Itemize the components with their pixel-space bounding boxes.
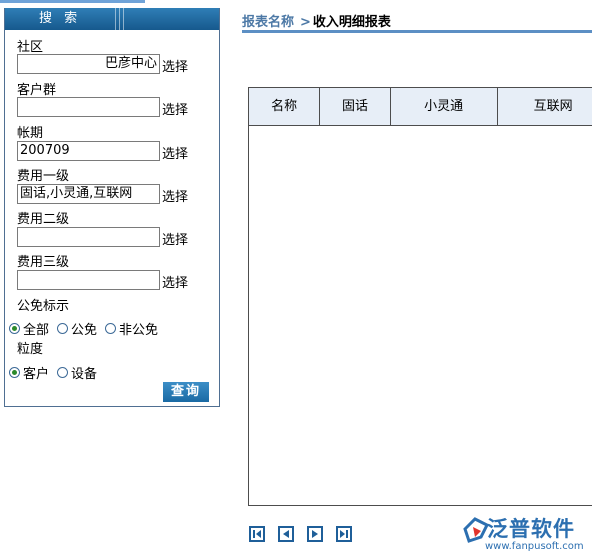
radio-unchecked-icon[interactable] xyxy=(105,323,117,334)
last-page-button[interactable] xyxy=(336,526,352,542)
column-header-name[interactable]: 名称 xyxy=(249,88,321,125)
report-title: 报表名称 > 收入明细报表 xyxy=(242,11,391,30)
last-page-icon xyxy=(340,530,348,538)
exempt-flag-label: 公免标示 xyxy=(17,299,70,314)
customer-group-select-button[interactable]: 选择 xyxy=(162,99,188,118)
period-select-button[interactable]: 选择 xyxy=(162,143,188,162)
report-title-separator: > xyxy=(300,15,311,30)
search-panel-header: 搜 索 xyxy=(5,8,219,30)
next-page-icon xyxy=(312,530,318,538)
radio-checked-icon[interactable] xyxy=(9,323,20,334)
next-page-button[interactable] xyxy=(307,526,323,542)
granularity-option-customer[interactable]: 客户 xyxy=(9,363,49,382)
report-grid: 名称 固话 小灵通 互联网 xyxy=(248,87,592,506)
title-divider xyxy=(242,30,592,33)
prev-page-button[interactable] xyxy=(278,526,294,542)
fee-level-3-select-button[interactable]: 选择 xyxy=(162,272,188,291)
column-header-phs[interactable]: 小灵通 xyxy=(391,88,498,125)
customer-group-input[interactable] xyxy=(17,97,160,117)
report-title-key: 报表名称 xyxy=(242,15,295,30)
exempt-flag-radio-group: 全部 公免 非公免 xyxy=(9,319,166,338)
radio-checked-icon[interactable] xyxy=(9,367,20,378)
field-label-period: 帐期 xyxy=(17,126,44,141)
search-panel-title: 搜 索 xyxy=(39,11,82,26)
logo-url: www.fanpusoft.com xyxy=(485,541,584,552)
field-label-customer-group: 客户群 xyxy=(17,83,57,98)
exempt-option-all[interactable]: 全部 xyxy=(9,319,49,338)
top-accent-line xyxy=(0,0,145,3)
exempt-option-non-exempt[interactable]: 非公免 xyxy=(105,319,158,338)
granularity-label: 粒度 xyxy=(17,342,44,357)
field-label-fee-level-3: 费用三级 xyxy=(17,255,70,270)
community-input[interactable]: 巴彦中心 xyxy=(17,54,160,74)
radio-unchecked-icon[interactable] xyxy=(57,323,69,334)
exempt-option-exempt[interactable]: 公免 xyxy=(57,319,97,338)
first-page-icon xyxy=(253,530,261,538)
first-page-button[interactable] xyxy=(249,526,265,542)
prev-page-icon xyxy=(283,530,289,538)
radio-unchecked-icon[interactable] xyxy=(57,367,69,378)
logo-brand-name: 泛普软件 xyxy=(487,517,575,541)
fee-level-3-input[interactable] xyxy=(17,270,160,290)
column-header-internet[interactable]: 互联网 xyxy=(498,88,592,125)
period-input[interactable]: 200709 xyxy=(17,141,160,161)
field-label-fee-level-2: 费用二级 xyxy=(17,212,70,227)
search-panel: 搜 索 社区 巴彦中心 选择 客户群 选择 帐期 200709 选择 费用一级 … xyxy=(4,8,220,407)
query-button[interactable]: 查询 xyxy=(163,382,209,402)
fee-level-2-select-button[interactable]: 选择 xyxy=(162,229,188,248)
fee-level-1-input[interactable]: 固话,小灵通,互联网 xyxy=(17,184,160,204)
report-title-value: 收入明细报表 xyxy=(312,15,391,30)
column-header-landline[interactable]: 固话 xyxy=(320,88,391,125)
granularity-option-device[interactable]: 设备 xyxy=(57,363,97,382)
fee-level-2-input[interactable] xyxy=(17,227,160,247)
field-label-fee-level-1: 费用一级 xyxy=(17,169,70,184)
pager xyxy=(249,526,365,542)
fee-level-1-select-button[interactable]: 选择 xyxy=(162,186,188,205)
header-decoration xyxy=(115,8,127,30)
community-select-button[interactable]: 选择 xyxy=(162,56,188,75)
granularity-radio-group: 客户 设备 xyxy=(9,363,105,382)
grid-header-row: 名称 固话 小灵通 互联网 xyxy=(249,88,592,126)
field-label-community: 社区 xyxy=(17,40,44,55)
